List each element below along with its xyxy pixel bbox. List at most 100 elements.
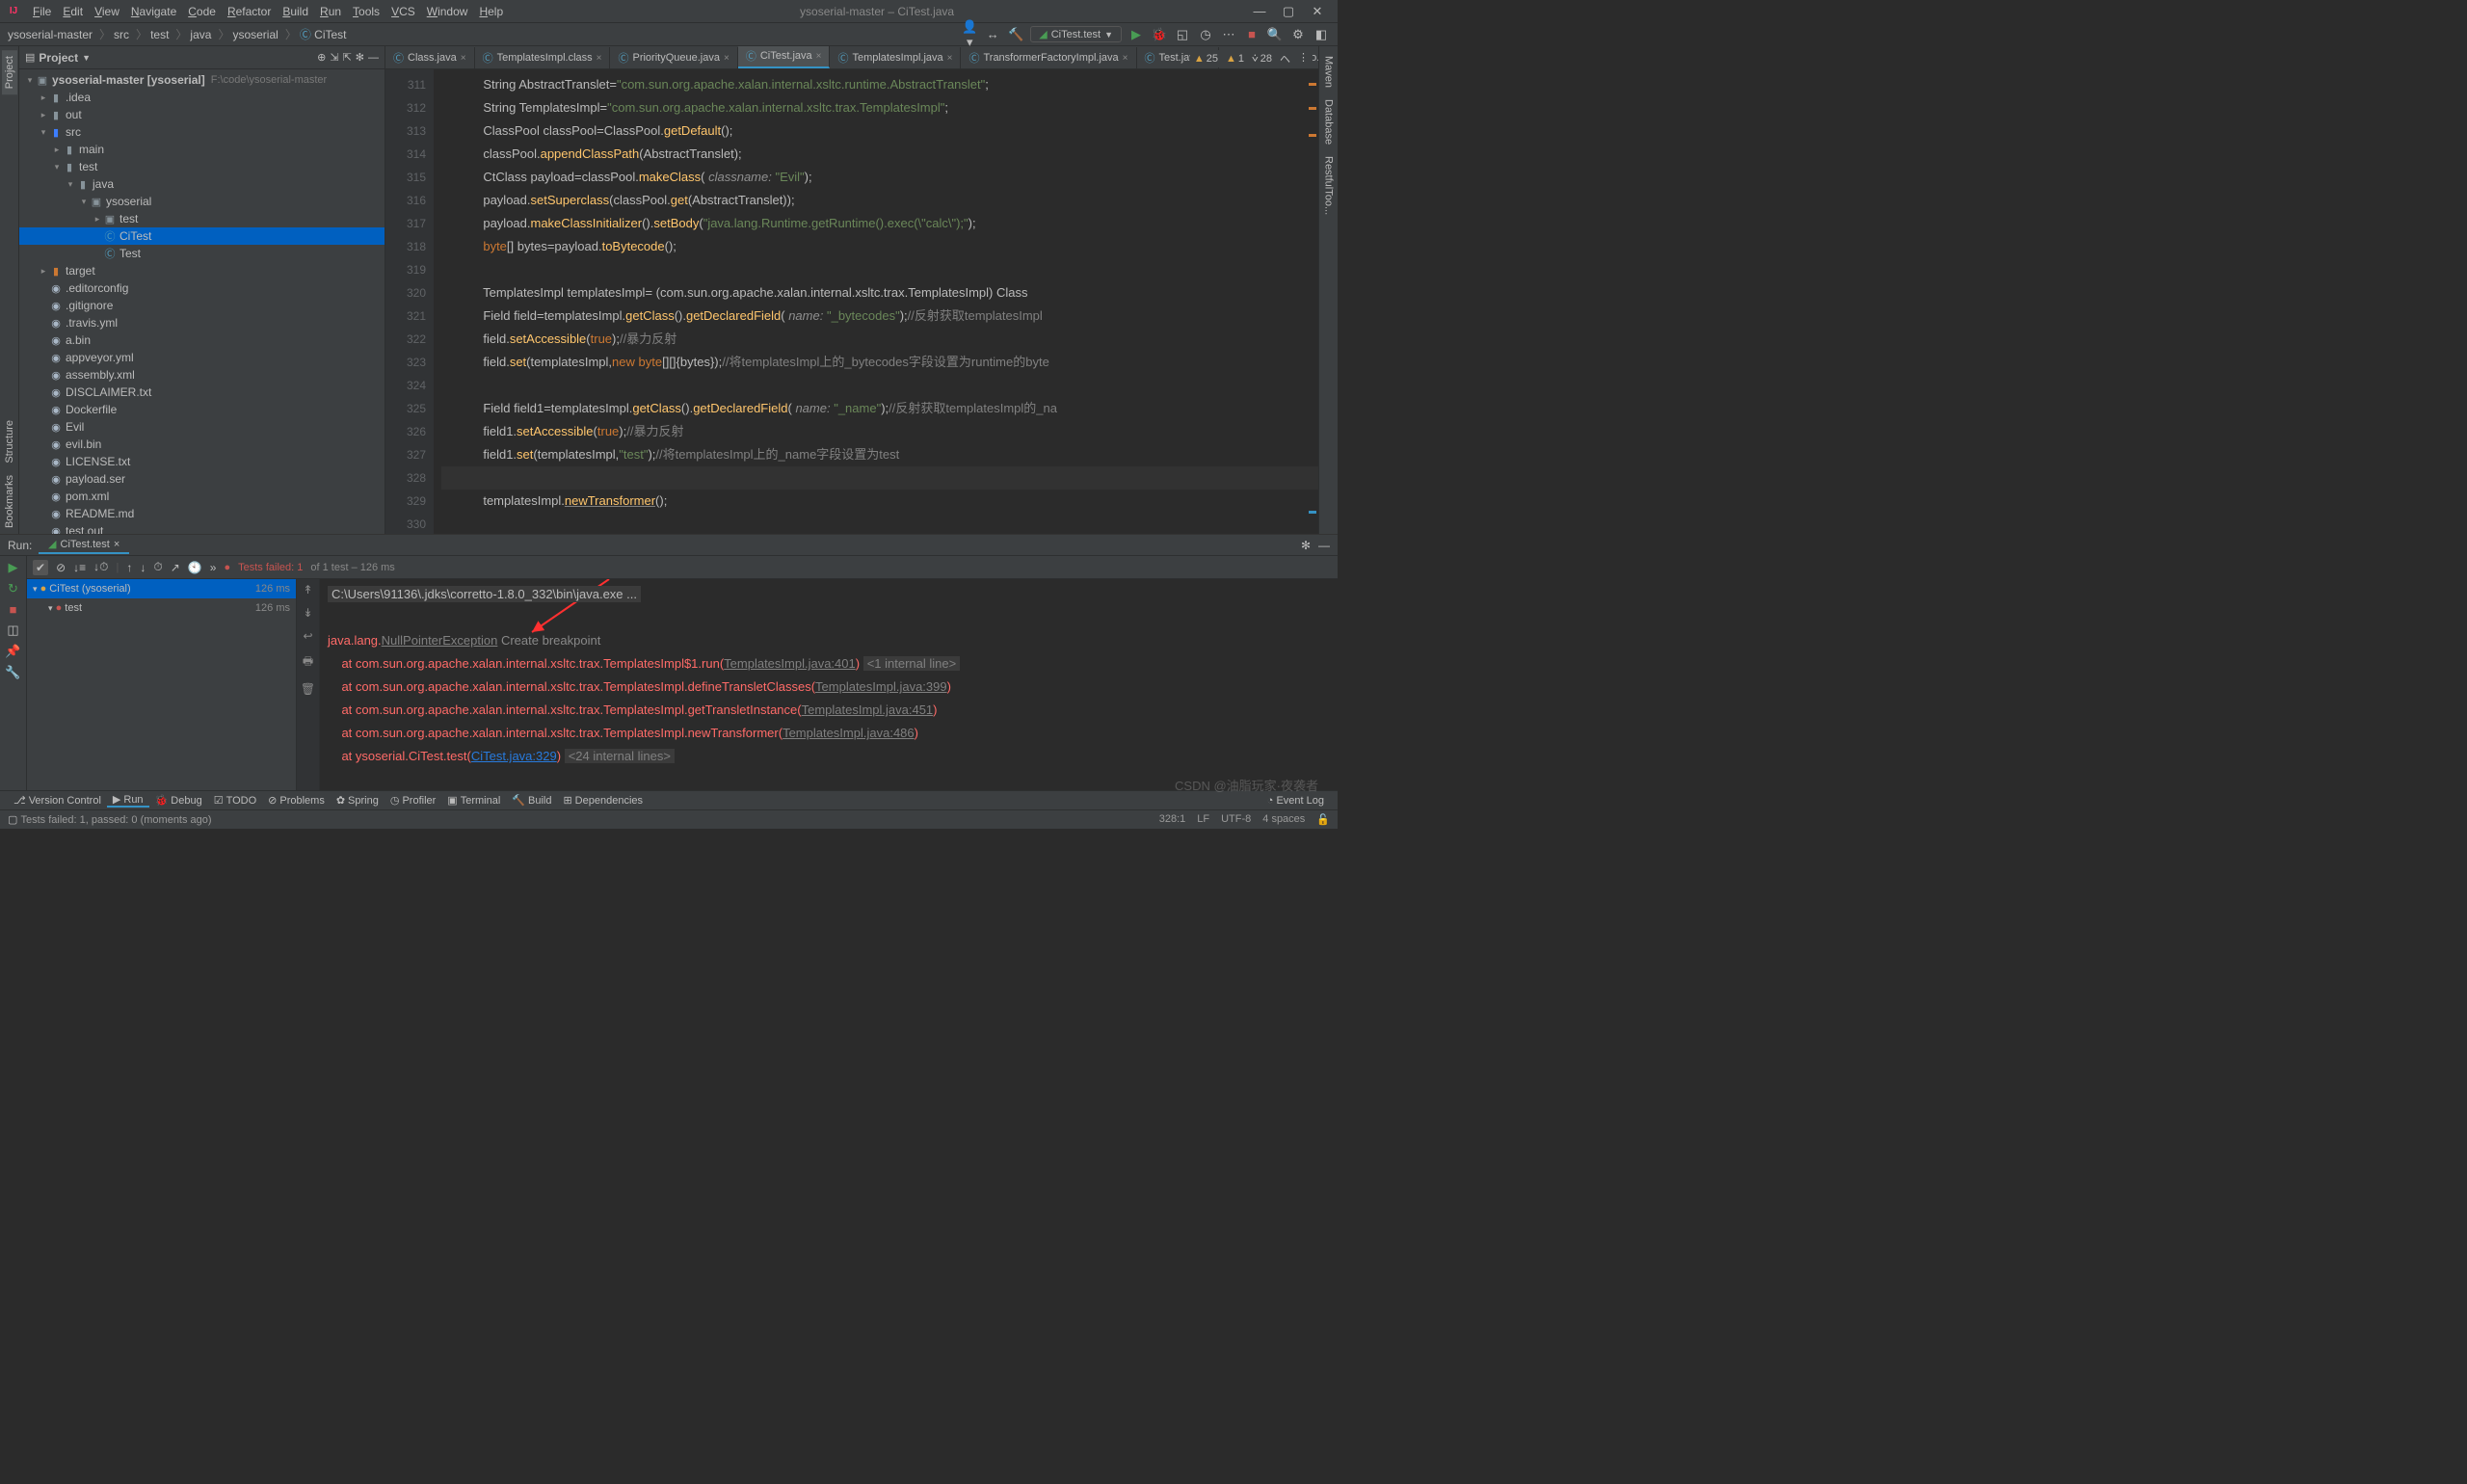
close-tab-icon[interactable]: × xyxy=(724,53,729,64)
bottom-tab-todo[interactable]: ☑TODO xyxy=(208,794,262,807)
wrench-icon[interactable]: 🔧 xyxy=(5,665,20,680)
tree-node[interactable]: ▾▮java xyxy=(19,175,385,193)
import-icon[interactable]: » xyxy=(210,561,217,574)
breadcrumb-item[interactable]: test xyxy=(150,28,169,41)
run-tab[interactable]: ◢CiTest.test× xyxy=(39,536,129,554)
bottom-tab-build[interactable]: 🔨Build xyxy=(506,794,557,807)
editor-tab[interactable]: ⒸPriorityQueue.java× xyxy=(610,47,737,68)
print-icon[interactable]: 🖶 xyxy=(303,652,313,673)
sync-icon[interactable]: ↔ xyxy=(984,27,1001,41)
bottom-tab-problems[interactable]: ⊘Problems xyxy=(262,794,331,807)
line-separator[interactable]: LF xyxy=(1197,813,1209,826)
coverage-icon[interactable]: ◱ xyxy=(1174,27,1191,42)
tool-structure-tab[interactable]: Structure xyxy=(2,414,17,469)
close-tab-icon[interactable]: × xyxy=(1123,53,1128,64)
event-log-button[interactable]: ◔Event Log xyxy=(1261,795,1330,807)
run-config-dropdown[interactable]: ◢CiTest.test▼ xyxy=(1030,26,1122,42)
tree-node[interactable]: ◉evil.bin xyxy=(19,436,385,453)
tree-node[interactable]: ◉payload.ser xyxy=(19,470,385,488)
collapse-icon[interactable]: ↑ xyxy=(126,561,132,574)
stop-button[interactable]: ■ xyxy=(10,602,17,617)
tool-bookmarks-tab[interactable]: Bookmarks xyxy=(2,469,17,534)
tree-node[interactable]: ◉a.bin xyxy=(19,331,385,349)
status-icon[interactable]: ▢ xyxy=(8,813,17,826)
ide-updates-icon[interactable]: ◧ xyxy=(1313,27,1330,42)
tree-node[interactable]: ▸▮out xyxy=(19,106,385,123)
breadcrumb[interactable]: ysoserial-master〉src〉test〉java〉ysoserial… xyxy=(8,26,351,42)
clock-icon[interactable]: ⏱ xyxy=(153,560,162,574)
menu-code[interactable]: Code xyxy=(182,3,222,20)
tool-maven-tab[interactable]: Maven xyxy=(1321,50,1337,93)
breadcrumb-item[interactable]: Ⓒ CiTest xyxy=(300,28,347,41)
tool-restful-tab[interactable]: RestfulToo... xyxy=(1321,150,1337,221)
maximize-button[interactable]: ▢ xyxy=(1274,4,1303,19)
pin-icon[interactable]: 📌 xyxy=(5,644,20,659)
history-icon[interactable]: 🕙 xyxy=(188,561,202,574)
export-icon[interactable]: ↗ xyxy=(171,561,180,574)
tree-node[interactable]: ◉pom.xml xyxy=(19,488,385,505)
bottom-tab-run[interactable]: ▶Run xyxy=(107,793,149,808)
tree-node[interactable]: ▾▣ysoserial xyxy=(19,193,385,210)
menu-run[interactable]: Run xyxy=(314,3,347,20)
soft-wrap-icon[interactable]: ↩ xyxy=(303,629,312,643)
stop-button[interactable]: ■ xyxy=(1243,27,1260,41)
error-stripe[interactable] xyxy=(1307,69,1316,534)
tree-node[interactable]: ◉README.md xyxy=(19,505,385,522)
profile-icon[interactable]: ◷ xyxy=(1197,27,1214,42)
project-view-icon[interactable]: ▤ xyxy=(25,51,35,64)
close-tab-icon[interactable]: × xyxy=(816,51,822,62)
breadcrumb-item[interactable]: src xyxy=(114,28,129,41)
collapse-all-icon[interactable]: ⇱ xyxy=(343,51,352,64)
sort-time-icon[interactable]: ↓⏱ xyxy=(93,560,108,574)
editor-tab[interactable]: ⒸCiTest.java× xyxy=(738,46,831,68)
settings-icon[interactable]: ⚙ xyxy=(1289,27,1307,42)
sort-alpha-icon[interactable]: ↓≡ xyxy=(73,561,86,574)
select-opened-file-icon[interactable]: ⊕ xyxy=(317,51,326,64)
tree-node[interactable]: ◉assembly.xml xyxy=(19,366,385,384)
menu-view[interactable]: View xyxy=(89,3,125,20)
close-tab-icon[interactable]: × xyxy=(597,53,602,64)
run-settings-icon[interactable]: ✻ xyxy=(1301,539,1311,552)
console-output[interactable]: C:\Users\91136\.jdks\corretto-1.8.0_332\… xyxy=(320,579,1338,790)
tool-database-tab[interactable]: Database xyxy=(1321,93,1337,150)
close-tab-icon[interactable]: × xyxy=(947,53,953,64)
layout-icon[interactable]: ◫ xyxy=(7,623,18,638)
run-hide-icon[interactable]: — xyxy=(1318,539,1330,552)
expand-icon[interactable]: ↓ xyxy=(140,561,146,574)
tree-node[interactable]: ◉Evil xyxy=(19,418,385,436)
project-selector-dropdown[interactable]: ▼ xyxy=(82,53,91,63)
caret-position[interactable]: 328:1 xyxy=(1159,813,1186,826)
minimize-button[interactable]: — xyxy=(1245,4,1274,18)
show-passed-icon[interactable]: ✔ xyxy=(33,560,48,575)
menu-navigate[interactable]: Navigate xyxy=(125,3,182,20)
indent-config[interactable]: 4 spaces xyxy=(1262,813,1305,826)
build-icon[interactable]: 🔨 xyxy=(1007,27,1024,42)
rerun-button[interactable]: ▶ xyxy=(9,560,18,575)
test-node[interactable]: ▾ ● test126 ms xyxy=(27,598,296,618)
tree-node[interactable]: ▸▮main xyxy=(19,141,385,158)
tree-node[interactable]: ◉Dockerfile xyxy=(19,401,385,418)
search-icon[interactable]: 🔍 xyxy=(1266,27,1284,42)
debug-button[interactable]: 🐞 xyxy=(1151,27,1168,42)
tree-node[interactable]: ⒸCiTest xyxy=(19,227,385,245)
tree-node[interactable]: ▸▮.idea xyxy=(19,89,385,106)
close-button[interactable]: ✕ xyxy=(1303,4,1332,19)
user-icon[interactable]: 👤▾ xyxy=(961,19,978,50)
expand-all-icon[interactable]: ⇲ xyxy=(330,51,338,64)
tree-node[interactable]: ▸▣test xyxy=(19,210,385,227)
editor-tab[interactable]: ⒸTemplatesImpl.class× xyxy=(475,47,611,68)
menu-build[interactable]: Build xyxy=(277,3,314,20)
breadcrumb-item[interactable]: ysoserial xyxy=(232,28,278,41)
inspections-widget[interactable]: ▲25 ▲1 ⩒28 ヘ⋮ xyxy=(1190,50,1313,67)
menu-file[interactable]: File xyxy=(27,3,57,20)
bottom-tab-version-control[interactable]: ⎇Version Control xyxy=(8,794,107,807)
bottom-tab-spring[interactable]: ✿Spring xyxy=(331,794,385,807)
menu-help[interactable]: Help xyxy=(473,3,509,20)
rerun-failed-button[interactable]: ↻ xyxy=(8,581,18,596)
close-tab-icon[interactable]: × xyxy=(461,53,466,64)
run-button[interactable]: ▶ xyxy=(1127,27,1145,42)
tree-node[interactable]: ▾▣ysoserial-master [ysoserial]F:\code\ys… xyxy=(19,71,385,89)
tree-node[interactable]: ◉.gitignore xyxy=(19,297,385,314)
bottom-tab-debug[interactable]: 🐞Debug xyxy=(149,794,208,807)
file-encoding[interactable]: UTF-8 xyxy=(1221,813,1251,826)
